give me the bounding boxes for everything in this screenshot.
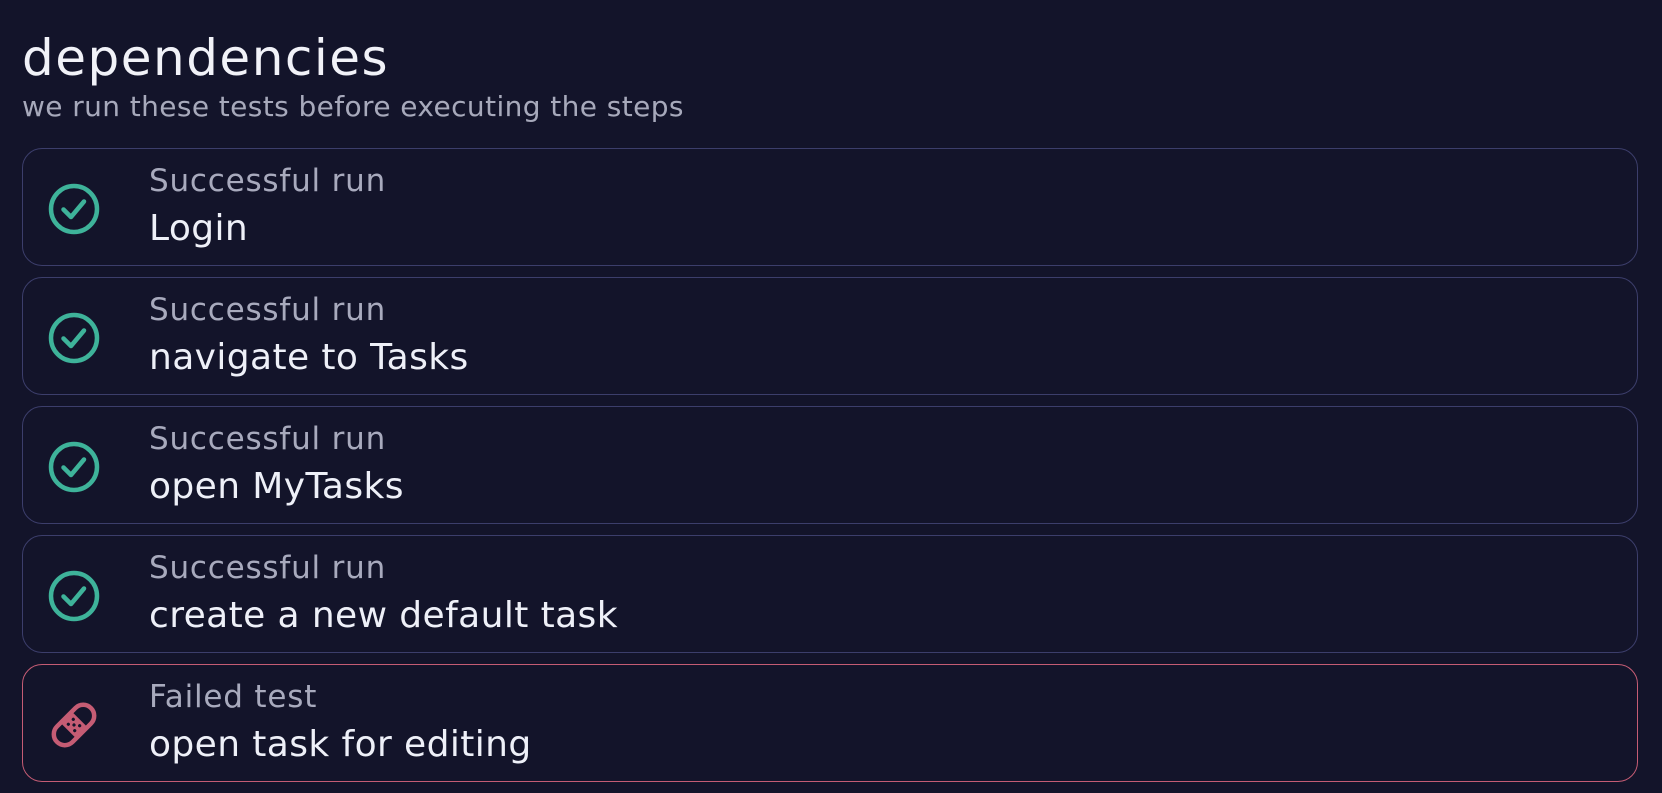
dependency-item[interactable]: Successful run open MyTasks bbox=[22, 406, 1638, 524]
dependency-name: navigate to Tasks bbox=[149, 337, 469, 378]
page-subtitle: we run these tests before executing the … bbox=[22, 90, 684, 123]
dependency-status: Failed test bbox=[149, 679, 318, 715]
dependency-name: open MyTasks bbox=[149, 466, 404, 507]
dependency-status: Successful run bbox=[149, 163, 387, 199]
check-circle-icon bbox=[48, 570, 100, 622]
dependency-name: Login bbox=[149, 208, 249, 249]
dependency-status: Successful run bbox=[149, 421, 387, 457]
check-circle-icon bbox=[48, 183, 100, 235]
check-circle-icon bbox=[48, 441, 100, 493]
dependency-item-failed[interactable]: Failed test open task for editing bbox=[22, 664, 1638, 782]
dependency-item[interactable]: Successful run create a new default task bbox=[22, 535, 1638, 653]
check-circle-icon bbox=[48, 312, 100, 364]
dependency-item[interactable]: Successful run navigate to Tasks bbox=[22, 277, 1638, 395]
header: dependencies we run these tests before e… bbox=[22, 26, 684, 124]
dependency-status: Successful run bbox=[149, 550, 387, 586]
bandage-icon bbox=[48, 699, 100, 751]
dependency-status: Successful run bbox=[149, 292, 387, 328]
dependency-name: open task for editing bbox=[149, 724, 532, 765]
dependency-name: create a new default task bbox=[149, 595, 618, 636]
page-title: dependencies bbox=[22, 29, 390, 87]
dependency-list: Successful run Login Successful run navi… bbox=[22, 148, 1638, 793]
dependency-item[interactable]: Successful run Login bbox=[22, 148, 1638, 266]
